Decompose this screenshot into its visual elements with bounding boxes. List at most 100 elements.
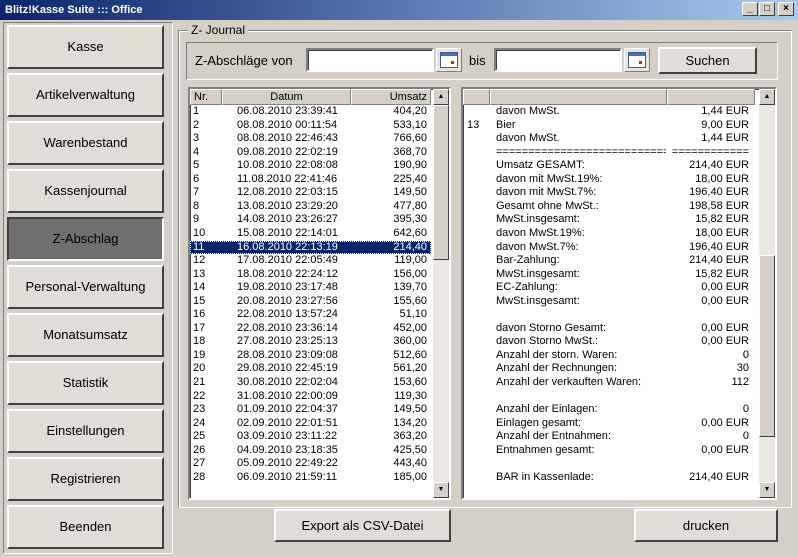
export-csv-button[interactable]: Export als CSV-Datei <box>274 509 451 542</box>
table-row[interactable]: 1 06.08.2010 23:39:41 404,20 <box>190 105 431 119</box>
table-row[interactable]: 24 02.09.2010 22:01:51 134,20 <box>190 417 431 431</box>
list-item[interactable]: Einlagen gesamt: 0,00 EUR <box>463 417 757 431</box>
sidebar-item-warenbestand[interactable]: Warenbestand <box>7 121 164 165</box>
scroll-down-button[interactable]: ▼ <box>433 482 449 498</box>
table-row[interactable]: 4 09.08.2010 22:02:19 368,70 <box>190 146 431 160</box>
sidebar-item-artikelverwaltung[interactable]: Artikelverwaltung <box>7 73 164 117</box>
col-nr-header[interactable]: Nr. <box>190 89 222 105</box>
sidebar-item-beenden[interactable]: Beenden <box>7 505 164 549</box>
scroll-thumb[interactable] <box>433 105 449 260</box>
table-row[interactable]: 26 04.09.2010 23:18:35 425,50 <box>190 444 431 458</box>
table-row[interactable]: 7 12.08.2010 22:03:15 149,50 <box>190 186 431 200</box>
list-item[interactable]: MwSt.insgesamt: 15,82 EUR <box>463 213 757 227</box>
list-item[interactable]: davon MwSt.19%: 18,00 EUR <box>463 227 757 241</box>
row-nr: 7 <box>193 186 200 199</box>
scroll-down-button[interactable]: ▼ <box>759 482 775 498</box>
list-item[interactable]: davon Storno MwSt.: 0,00 EUR <box>463 335 757 349</box>
list-item[interactable]: Entnahmen gesamt: 0,00 EUR <box>463 444 757 458</box>
table-row[interactable]: 22 31.08.2010 22:00:09 119,30 <box>190 390 431 404</box>
list-item[interactable] <box>463 308 757 322</box>
table-row[interactable]: 21 30.08.2010 22:02:04 153,60 <box>190 376 431 390</box>
table-row[interactable]: 15 20.08.2010 23:27:56 155,60 <box>190 295 431 309</box>
from-calendar-button[interactable] <box>436 48 462 72</box>
table-row[interactable]: 12 17.08.2010 22:05:49 119,00 <box>190 254 431 268</box>
list-item[interactable]: davon MwSt. 1,44 EUR <box>463 132 757 146</box>
table-row[interactable]: 13 18.08.2010 22:24:12 156,00 <box>190 268 431 282</box>
detail-list[interactable]: davon MwSt. 1,44 EUR 13 Bier 9,00 EUR davon M… <box>461 87 777 500</box>
row-datum: 11.08.2010 22:41:46 <box>237 172 338 185</box>
sidebar-item-einstellungen[interactable]: Einstellungen <box>7 409 164 453</box>
maximize-button[interactable]: □ <box>759 2 775 16</box>
list-item[interactable] <box>463 390 757 404</box>
table-row[interactable]: 8 13.08.2010 23:29:20 477,80 <box>190 200 431 214</box>
table-row[interactable]: 6 11.08.2010 22:41:46 225,40 <box>190 173 431 187</box>
table-row[interactable]: 14 19.08.2010 23:17:48 139,70 <box>190 281 431 295</box>
col-datum-header[interactable]: Datum <box>222 89 351 105</box>
z-list-scrollbar[interactable]: ▲ ▼ <box>433 89 449 498</box>
list-item[interactable]: davon Storno Gesamt: 0,00 EUR <box>463 322 757 336</box>
detail-scrollbar[interactable]: ▲ ▼ <box>759 89 775 498</box>
row-umsatz: 185,00 <box>393 470 427 483</box>
close-button[interactable]: × <box>778 2 794 16</box>
list-item[interactable]: MwSt.insgesamt: 0,00 EUR <box>463 295 757 309</box>
table-row[interactable]: 20 29.08.2010 22:45:19 561,20 <box>190 362 431 376</box>
table-row[interactable]: 5 10.08.2010 22:08:08 190,90 <box>190 159 431 173</box>
sidebar-item-personal-verwaltung[interactable]: Personal-Verwaltung <box>7 265 164 309</box>
sidebar-item-kasse[interactable]: Kasse <box>7 25 164 69</box>
table-row[interactable]: 25 03.09.2010 23:11:22 363,20 <box>190 430 431 444</box>
sidebar-item-kassenjournal[interactable]: Kassenjournal <box>7 169 164 213</box>
list-item[interactable]: Anzahl der Entnahmen: 0 <box>463 430 757 444</box>
table-row[interactable]: 10 15.08.2010 22:14:01 642,60 <box>190 227 431 241</box>
list-item[interactable] <box>463 457 757 471</box>
list-item[interactable]: Anzahl der verkauften Waren: 112 <box>463 376 757 390</box>
detail-label: EC-Zahlung: <box>496 281 558 294</box>
detail-label: Entnahmen gesamt: <box>496 443 595 456</box>
calendar-icon <box>628 52 646 68</box>
table-row[interactable]: 17 22.08.2010 23:36:14 452,00 <box>190 322 431 336</box>
table-row[interactable]: 2 08.08.2010 00:11:54 533,10 <box>190 119 431 133</box>
list-item[interactable]: BAR in Kassenlade: 214,40 EUR <box>463 471 757 485</box>
list-item[interactable]: Bar-Zahlung: 214,40 EUR <box>463 254 757 268</box>
list-item[interactable]: =========================== ============ <box>463 146 757 160</box>
sidebar-item-statistik[interactable]: Statistik <box>7 361 164 405</box>
scroll-thumb[interactable] <box>759 255 775 437</box>
list-item[interactable]: davon MwSt.7%: 196,40 EUR <box>463 241 757 255</box>
row-nr: 27 <box>193 457 206 470</box>
list-item[interactable]: davon mit MwSt.19%: 18,00 EUR <box>463 173 757 187</box>
detail-label: MwSt.insgesamt: <box>496 294 580 307</box>
scroll-up-button[interactable]: ▲ <box>433 89 449 105</box>
list-item[interactable]: EC-Zahlung: 0,00 EUR <box>463 281 757 295</box>
list-item[interactable]: davon MwSt. 1,44 EUR <box>463 105 757 119</box>
table-row[interactable]: 11 16.08.2010 22:13:19 214,40 <box>190 240 431 255</box>
detail-value: 15,82 EUR <box>695 267 749 280</box>
print-button[interactable]: drucken <box>634 509 778 542</box>
list-item[interactable]: Gesamt ohne MwSt.: 198,58 EUR <box>463 200 757 214</box>
minimize-button[interactable]: _ <box>742 2 758 16</box>
table-row[interactable]: 9 14.08.2010 23:26:27 395,30 <box>190 213 431 227</box>
table-row[interactable]: 19 28.08.2010 23:09:08 512,60 <box>190 349 431 363</box>
table-row[interactable]: 28 06.09.2010 21:59:11 185,00 <box>190 471 431 485</box>
sidebar-item-z-abschlag[interactable]: Z-Abschlag <box>7 217 164 261</box>
table-row[interactable]: 16 22.08.2010 13:57:24 51,10 <box>190 308 431 322</box>
to-date-input[interactable] <box>494 48 622 72</box>
from-date-input[interactable] <box>306 48 434 72</box>
table-row[interactable]: 23 01.09.2010 22:04:37 149,50 <box>190 403 431 417</box>
list-item[interactable]: Umsatz GESAMT: 214,40 EUR <box>463 159 757 173</box>
z-list[interactable]: Nr. Datum Umsatz 1 06.08.2010 23:39:41 404… <box>188 87 451 500</box>
table-row[interactable]: 27 05.09.2010 22:49:22 443,40 <box>190 457 431 471</box>
list-item[interactable]: Anzahl der Rechnungen: 30 <box>463 362 757 376</box>
list-item[interactable]: MwSt.insgesamt: 15,82 EUR <box>463 268 757 282</box>
table-row[interactable]: 18 27.08.2010 23:25:13 360,00 <box>190 335 431 349</box>
search-button[interactable]: Suchen <box>658 47 757 74</box>
scroll-up-button[interactable]: ▲ <box>759 89 775 105</box>
list-item[interactable]: davon mit MwSt.7%: 196,40 EUR <box>463 186 757 200</box>
list-item[interactable]: Anzahl der storn. Waren: 0 <box>463 349 757 363</box>
to-calendar-button[interactable] <box>624 48 650 72</box>
col-umsatz-header[interactable]: Umsatz <box>351 89 431 105</box>
table-row[interactable]: 3 08.08.2010 22:46:43 766,60 <box>190 132 431 146</box>
sidebar-item-registrieren[interactable]: Registrieren <box>7 457 164 501</box>
sidebar-item-monatsumsatz[interactable]: Monatsumsatz <box>7 313 164 357</box>
list-item[interactable]: Anzahl der Einlagen: 0 <box>463 403 757 417</box>
list-item[interactable]: 13 Bier 9,00 EUR <box>463 119 757 133</box>
detail-label: Anzahl der Rechnungen: <box>496 362 618 375</box>
